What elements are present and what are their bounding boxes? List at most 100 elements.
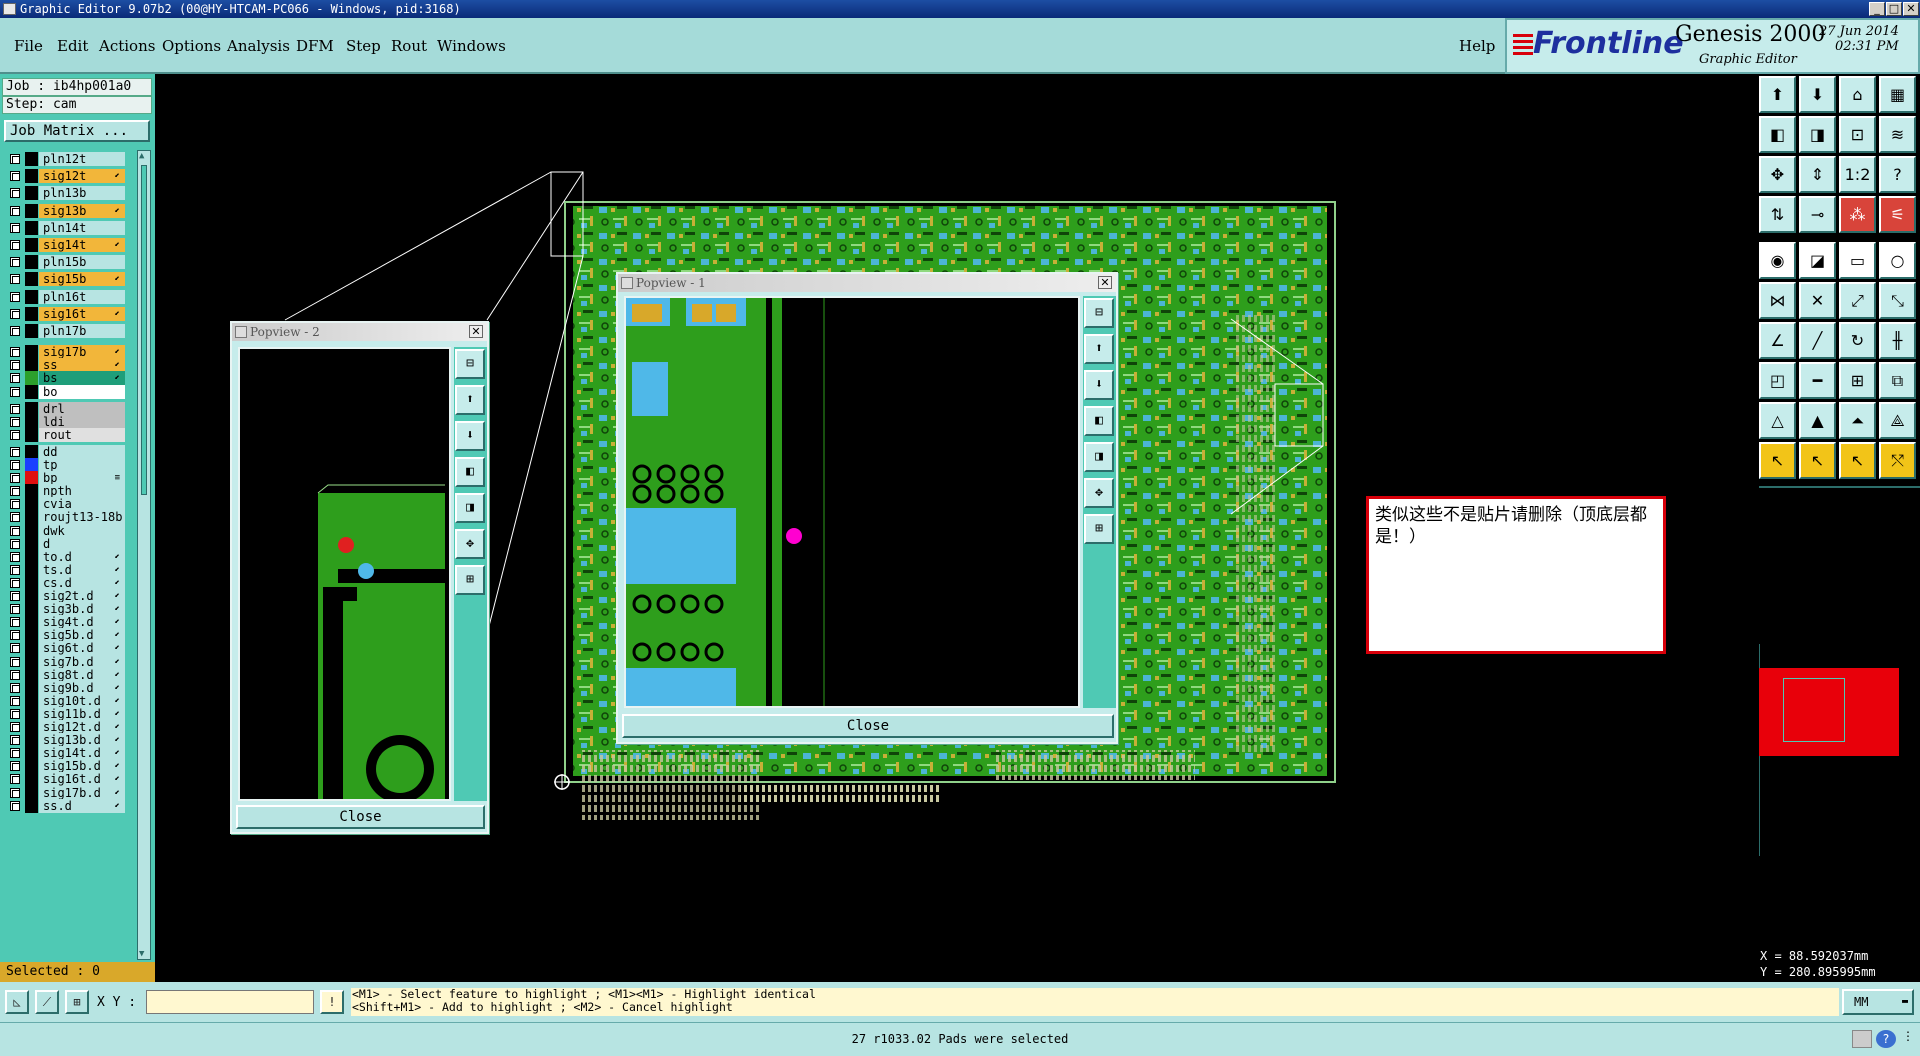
layer-row-ss.d[interactable]: ss.d ⬋ bbox=[3, 798, 125, 813]
popview-pan-left-icon[interactable]: ◧ bbox=[1084, 406, 1114, 436]
layer-name[interactable]: sig2t.d bbox=[39, 589, 125, 603]
menu-step[interactable]: Step bbox=[346, 37, 381, 55]
layer-affected-checkbox[interactable] bbox=[10, 748, 20, 759]
slash-line-icon[interactable]: ╱ bbox=[1799, 322, 1836, 359]
layer-row-sig15b.d[interactable]: sig15b.d ⬋ bbox=[3, 759, 125, 774]
layer-affected-checkbox[interactable] bbox=[10, 326, 20, 336]
layer-name[interactable]: sig14t.d bbox=[39, 746, 125, 761]
layer-name[interactable]: cs.d bbox=[39, 575, 125, 590]
layer-name[interactable]: drl bbox=[39, 401, 125, 416]
layer-row-sig2t.d[interactable]: sig2t.d ⬋ bbox=[3, 589, 125, 603]
layer-affected-checkbox[interactable] bbox=[10, 416, 20, 427]
layer-row-sig11b.d[interactable]: sig11b.d ⬋ bbox=[3, 706, 125, 721]
fit-vertical-icon[interactable]: ⇕ bbox=[1799, 156, 1836, 193]
triangle-outline-icon[interactable]: ⟁ bbox=[1879, 402, 1916, 439]
layer-name[interactable]: sig14t bbox=[39, 238, 125, 252]
printer-icon[interactable] bbox=[1852, 1030, 1872, 1048]
copy-pad-icon[interactable]: ⧉ bbox=[1879, 362, 1916, 399]
popview-2-canvas[interactable] bbox=[238, 347, 451, 801]
layer-affected-checkbox[interactable] bbox=[10, 188, 20, 199]
layer-name[interactable]: sig6t.d bbox=[39, 641, 125, 656]
layer-affected-checkbox[interactable] bbox=[10, 403, 20, 414]
layer-row-bp[interactable]: bp ≡ bbox=[3, 471, 125, 486]
layer-affected-checkbox[interactable] bbox=[10, 347, 20, 358]
layer-row-sig7b.d[interactable]: sig7b.d ⬋ bbox=[3, 654, 125, 669]
layer-affected-checkbox[interactable] bbox=[10, 735, 20, 746]
layer-row-pln17b[interactable]: pln17b bbox=[3, 324, 125, 338]
scroll-down-icon[interactable]: ▼ bbox=[139, 949, 144, 959]
menu-analysis[interactable]: Analysis bbox=[227, 37, 290, 55]
layer-name[interactable]: sig3b.d bbox=[39, 602, 125, 617]
layer-affected-checkbox[interactable] bbox=[10, 473, 20, 484]
snap-center-icon[interactable]: ⊞ bbox=[65, 990, 89, 1014]
layer-affected-checkbox[interactable] bbox=[10, 360, 20, 371]
layer-name[interactable]: ss.d bbox=[39, 798, 125, 813]
layer-name[interactable]: sig8t.d bbox=[39, 667, 125, 682]
layer-affected-checkbox[interactable] bbox=[10, 643, 20, 654]
line-add-icon[interactable]: ━ bbox=[1799, 362, 1836, 399]
layer-row-dwk[interactable]: dwk bbox=[3, 523, 125, 538]
layer-name[interactable]: pln14t bbox=[39, 220, 125, 235]
layer-name[interactable]: d bbox=[39, 536, 125, 551]
popview-screen-down-icon[interactable]: ⬇ bbox=[455, 421, 485, 451]
layer-row-ldi[interactable]: ldi bbox=[3, 414, 125, 429]
layer-row-sig4t.d[interactable]: sig4t.d ⬋ bbox=[3, 615, 125, 630]
pointer-route-icon[interactable]: ⤲ bbox=[1879, 442, 1916, 479]
layer-affected-checkbox[interactable] bbox=[10, 722, 20, 732]
layer-row-ss[interactable]: ss ⬋ bbox=[3, 358, 125, 373]
layer-name[interactable]: bo bbox=[39, 384, 125, 399]
layer-name[interactable]: ss bbox=[39, 358, 125, 373]
layer-row-sig3b.d[interactable]: sig3b.d ⬋ bbox=[3, 602, 125, 617]
layer-name[interactable]: sig13b.d bbox=[39, 733, 125, 748]
camera-icon[interactable]: ◉ bbox=[1759, 242, 1796, 279]
layer-name[interactable]: sig5b.d bbox=[39, 628, 125, 643]
help-query-icon[interactable]: ? bbox=[1879, 156, 1916, 193]
redraw-icon[interactable]: ≋ bbox=[1879, 116, 1916, 153]
layer-row-ts.d[interactable]: ts.d ⬋ bbox=[3, 562, 125, 577]
layer-name[interactable]: sig16t.d bbox=[39, 772, 125, 787]
layer-name[interactable]: sig12t.d bbox=[39, 720, 125, 734]
layer-affected-checkbox[interactable] bbox=[10, 525, 20, 536]
help-icon[interactable]: ? bbox=[1876, 1030, 1896, 1048]
layer-affected-checkbox[interactable] bbox=[10, 617, 20, 628]
popview-fit-icon[interactable]: ✥ bbox=[455, 529, 485, 559]
maximize-button[interactable]: □ bbox=[1886, 2, 1902, 16]
popview-pan-left-icon[interactable]: ◧ bbox=[455, 457, 485, 487]
layer-row-sig9b.d[interactable]: sig9b.d ⬋ bbox=[3, 680, 125, 695]
layer-affected-checkbox[interactable] bbox=[10, 538, 20, 549]
layer-name[interactable]: cvia bbox=[39, 497, 125, 512]
layer-affected-checkbox[interactable] bbox=[10, 551, 20, 562]
layer-affected-checkbox[interactable] bbox=[10, 154, 20, 164]
layer-row-bs[interactable]: bs ⬋ bbox=[3, 371, 125, 386]
popview-screen-up-icon[interactable]: ⬆ bbox=[1084, 334, 1114, 364]
popview-screen-up-icon[interactable]: ⬆ bbox=[455, 385, 485, 415]
pad-add-icon[interactable]: ◰ bbox=[1759, 362, 1796, 399]
popview-zoom-fit-icon[interactable]: ⊟ bbox=[455, 349, 485, 379]
layer-affected-checkbox[interactable] bbox=[10, 499, 20, 510]
layer-affected-checkbox[interactable] bbox=[10, 429, 20, 440]
layer-name[interactable]: sig15b.d bbox=[39, 759, 125, 774]
cross-node-icon[interactable]: ✕ bbox=[1799, 282, 1836, 319]
pan-left-icon[interactable]: ◧ bbox=[1759, 116, 1796, 153]
menu-dfm[interactable]: DFM bbox=[296, 37, 334, 55]
layer-name[interactable]: sig12t bbox=[39, 169, 125, 184]
layer-name[interactable]: pln13b bbox=[39, 186, 125, 201]
layer-affected-checkbox[interactable] bbox=[10, 577, 20, 588]
circle-frame-icon[interactable]: ○ bbox=[1879, 242, 1916, 279]
layer-name[interactable]: dd bbox=[39, 444, 125, 459]
layer-affected-checkbox[interactable] bbox=[10, 460, 20, 470]
layer-affected-checkbox[interactable] bbox=[10, 669, 20, 680]
menu-help[interactable]: Help bbox=[1459, 37, 1495, 55]
layer-affected-checkbox[interactable] bbox=[10, 240, 20, 250]
fit-icon[interactable]: ✥ bbox=[1759, 156, 1796, 193]
layer-row-sig5b.d[interactable]: sig5b.d ⬋ bbox=[3, 628, 125, 643]
popview-2-close-button[interactable]: Close bbox=[236, 805, 485, 829]
layer-name[interactable]: sig7b.d bbox=[39, 654, 125, 669]
layer-name[interactable]: pln17b bbox=[39, 324, 125, 338]
layer-name[interactable]: pln16t bbox=[39, 289, 125, 304]
layer-name[interactable]: sig11b.d bbox=[39, 706, 125, 721]
layer-affected-checkbox[interactable] bbox=[10, 604, 20, 615]
popview-1-close-button[interactable]: Close bbox=[622, 714, 1114, 738]
screen-down-icon[interactable]: ⬇ bbox=[1799, 76, 1836, 113]
tree-icon[interactable]: ⚟ bbox=[1879, 196, 1916, 233]
